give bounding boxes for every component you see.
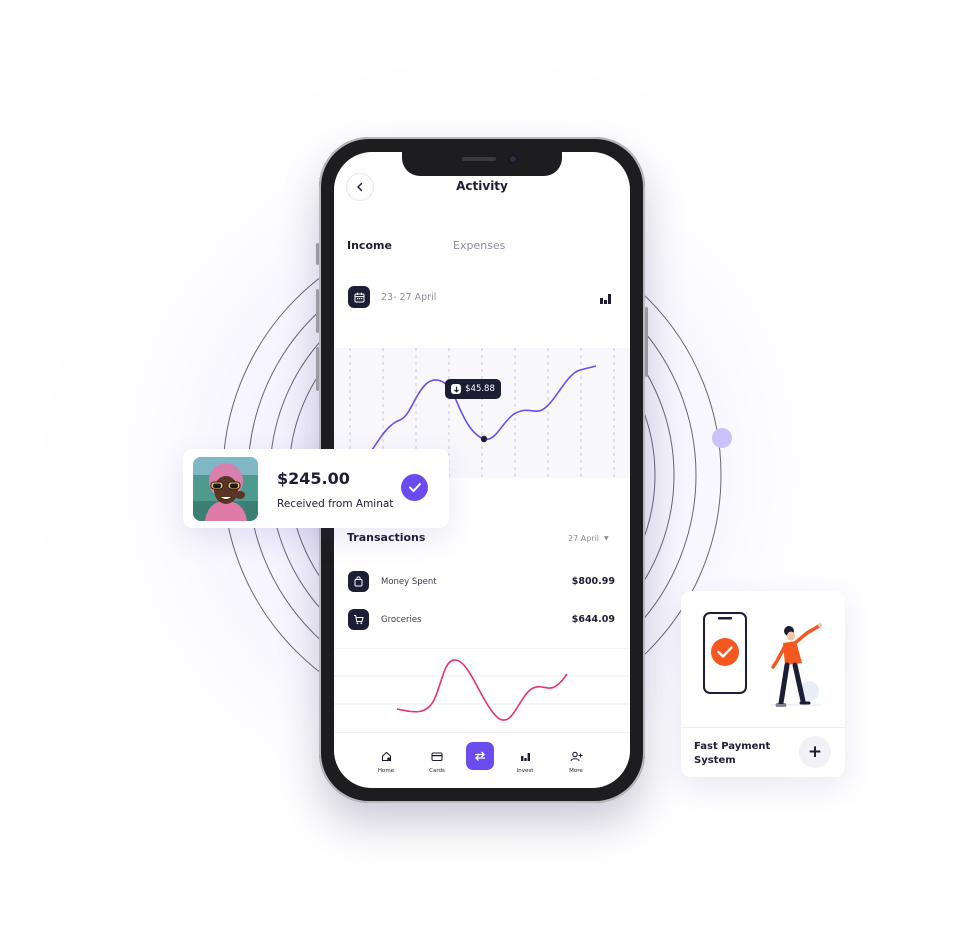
received-amount: $245.00 [277,469,350,488]
calendar-icon[interactable] [348,286,370,308]
tab-expenses[interactable]: Expenses [453,239,505,252]
chart-tooltip: $45.88 [445,379,501,399]
nav-invest[interactable]: Invest [505,747,545,774]
fast-payment-title: Fast Payment System [694,741,771,766]
nav-label: Invest [516,768,534,774]
spending-chart [334,647,630,732]
transaction-label: Groceries [381,615,422,625]
home-icon [381,751,391,762]
nav-cards[interactable]: Cards [417,747,457,774]
chart-icon [520,753,530,761]
phone-button [645,307,648,377]
transaction-amount: $800.99 [571,576,615,587]
tooltip-value: $45.88 [465,384,495,394]
bar-chart-icon[interactable] [599,293,612,305]
date-range[interactable]: 23- 27 April [381,292,436,303]
phone-button [316,243,319,265]
cart-icon [348,609,369,630]
page-title: Activity [456,179,508,193]
caret-down-icon: ▼ [604,535,609,542]
transaction-amount: $644.09 [571,614,615,625]
nav-label: Cards [429,768,445,774]
avatar [193,457,258,521]
payment-illustration [703,612,822,707]
received-payment-card[interactable]: $245.00 Received from Aminat [183,449,449,528]
tab-income[interactable]: Income [347,239,392,252]
nav-more[interactable]: More [556,747,596,774]
transactions-title: Transactions [347,531,426,544]
nav-home[interactable]: Home [366,747,406,774]
notch [402,152,562,176]
fast-payment-card[interactable]: Fast Payment System + [681,591,845,777]
phone-button [316,289,319,333]
download-icon [451,384,462,394]
orbit-dot [712,428,732,448]
shopping-bag-icon [348,571,369,592]
nav-label: More [569,768,583,774]
spending-line [396,659,568,721]
speaker [462,157,496,161]
received-from: Received from Aminat [277,498,394,510]
bottom-navigation: Home Cards Invest More [334,732,630,788]
user-add-icon [569,751,582,762]
transfer-icon [475,751,485,761]
divider [681,727,845,728]
camera [508,154,518,164]
card-icon [431,752,443,762]
transactions-date-filter[interactable]: 27 April ▼ [568,534,609,543]
check-icon [401,474,428,501]
chart-marker [480,435,488,443]
transfer-button[interactable] [466,742,494,770]
nav-label: Home [377,768,395,774]
phone-button [316,347,319,391]
add-button[interactable]: + [799,736,831,768]
date-filter-label: 27 April [568,534,600,543]
transaction-label: Money Spent [381,577,437,587]
